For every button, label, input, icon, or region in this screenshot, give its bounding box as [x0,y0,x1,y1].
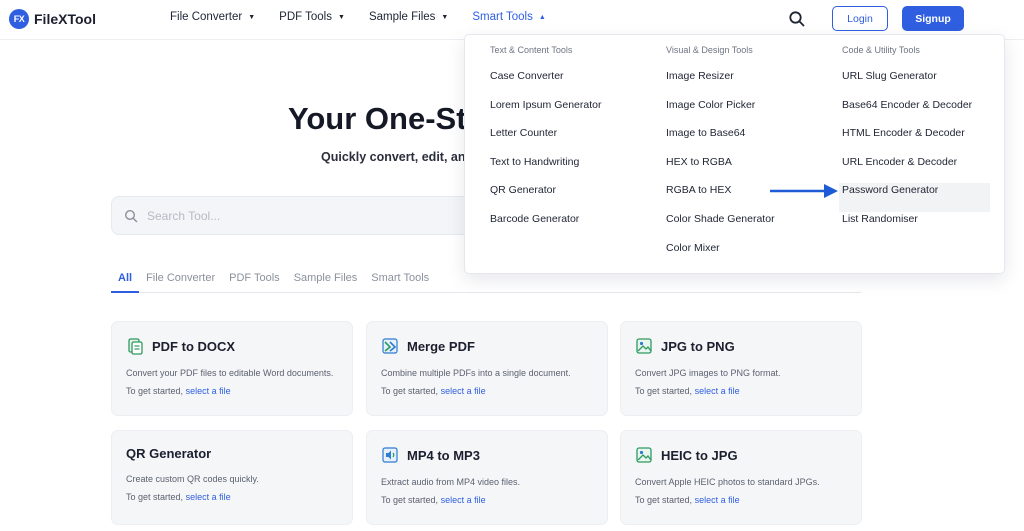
card-cta: To get started, select a file [381,386,593,396]
image-icon [636,447,652,463]
select-file-link[interactable]: select a file [186,386,231,396]
tool-card-merge-pdf[interactable]: Merge PDF Combine multiple PDFs into a s… [366,321,608,416]
card-cta: To get started, select a file [126,386,338,396]
cta-prefix: To get started, [381,386,439,396]
menu-item-image-to-base64[interactable]: Image to Base64 [666,126,775,155]
card-description: Convert Apple HEIC photos to standard JP… [635,477,820,487]
card-cta: To get started, select a file [126,492,338,502]
nav-file-converter[interactable]: File Converter ▼ [170,11,255,23]
tab-pdf-tools[interactable]: PDF Tools [222,268,287,293]
tool-card-heic-to-jpg[interactable]: HEIC to JPG Convert Apple HEIC photos to… [620,430,862,525]
chevron-down-icon: ▼ [441,13,449,21]
menu-item-barcode-generator[interactable]: Barcode Generator [490,212,601,241]
column-heading: Visual & Design Tools [666,45,753,55]
main-nav: File Converter ▼ PDF Tools ▼ Sample Files ▼… [170,11,570,23]
card-title: Merge PDF [407,338,475,354]
nav-label: Smart Tools [472,11,533,23]
menu-item-color-shade-generator[interactable]: Color Shade Generator [666,212,775,241]
card-description: Extract audio from MP4 video files. [381,477,521,487]
menu-item-rgba-to-hex[interactable]: RGBA to HEX [666,183,775,212]
tool-search[interactable] [111,196,511,235]
tool-card-jpg-to-png[interactable]: JPG to PNG Convert JPG images to PNG for… [620,321,862,416]
image-icon [636,338,652,354]
brand-logo[interactable]: FX FileXTool [9,9,96,29]
dropdown-column-code: Code & Utility Tools URL Slug Generator … [839,45,990,241]
signup-button[interactable]: Signup [902,6,964,31]
column-heading: Code & Utility Tools [842,45,920,55]
card-title: QR Generator [126,446,212,461]
menu-item-letter-counter[interactable]: Letter Counter [490,126,601,155]
chevron-down-icon: ▼ [338,13,345,21]
menu-item-case-converter[interactable]: Case Converter [490,69,601,98]
card-description: Convert JPG images to PNG format. [635,368,781,378]
menu-item-color-mixer[interactable]: Color Mixer [666,241,775,270]
select-file-link[interactable]: select a file [695,386,740,396]
merge-icon [382,338,398,354]
card-description: Convert your PDF files to editable Word … [126,368,334,378]
card-title: MP4 to MP3 [407,447,480,463]
audio-icon [382,447,398,463]
nav-sample-files[interactable]: Sample Files ▼ [369,11,448,23]
menu-item-url-slug-generator[interactable]: URL Slug Generator [842,69,990,98]
card-description: Combine multiple PDFs into a single docu… [381,368,571,378]
cta-prefix: To get started, [126,492,184,502]
tool-card-pdf-to-docx[interactable]: PDF to DOCX Convert your PDF files to ed… [111,321,353,416]
menu-item-text-to-handwriting[interactable]: Text to Handwriting [490,155,601,184]
nav-label: File Converter [170,11,243,23]
chevron-up-icon: ▲ [538,13,546,21]
menu-item-qr-generator[interactable]: QR Generator [490,183,601,212]
hero-title: Your One-Sto [288,101,486,136]
login-button[interactable]: Login [832,6,888,31]
search-icon[interactable] [788,10,806,28]
select-file-link[interactable]: select a file [441,386,486,396]
chevron-down-icon: ▼ [248,13,256,21]
card-description: Create custom QR codes quickly. [126,474,259,484]
tool-card-qr-generator[interactable]: QR Generator Create custom QR codes quic… [111,430,353,525]
tab-sample-files[interactable]: Sample Files [287,268,365,293]
menu-item-image-color-picker[interactable]: Image Color Picker [666,98,775,127]
card-cta: To get started, select a file [381,495,593,505]
card-cta: To get started, select a file [635,386,847,396]
menu-item-hex-to-rgba[interactable]: HEX to RGBA [666,155,775,184]
card-title: JPG to PNG [661,338,735,354]
menu-item-html-encoder-decoder[interactable]: HTML Encoder & Decoder [842,126,990,155]
tab-smart-tools[interactable]: Smart Tools [364,268,436,293]
menu-item-list-randomiser[interactable]: List Randomiser [842,212,990,241]
search-input[interactable] [147,208,447,223]
column-heading: Text & Content Tools [490,45,573,55]
select-file-link[interactable]: select a file [441,495,486,505]
menu-item-lorem-ipsum-generator[interactable]: Lorem Ipsum Generator [490,98,601,127]
tab-all[interactable]: All [111,268,140,293]
tab-file-converter[interactable]: File Converter [139,268,222,293]
cta-prefix: To get started, [635,495,693,505]
docx-icon [128,338,143,355]
smart-tools-dropdown: Text & Content Tools Case Converter Lore… [464,34,1005,274]
logo-mark-icon: FX [9,9,29,29]
select-file-link[interactable]: select a file [695,495,740,505]
tool-card-mp4-to-mp3[interactable]: MP4 to MP3 Extract audio from MP4 video … [366,430,608,525]
hero-subtitle: Quickly convert, edit, an [321,150,466,164]
card-title: PDF to DOCX [152,338,236,354]
menu-item-image-resizer[interactable]: Image Resizer [666,69,775,98]
menu-item-password-generator[interactable]: Password Generator [839,183,990,212]
nav-label: PDF Tools [279,11,332,23]
brand-name: FileXTool [34,11,96,27]
cta-prefix: To get started, [381,495,439,505]
select-file-link[interactable]: select a file [186,492,231,502]
menu-item-url-encoder-decoder[interactable]: URL Encoder & Decoder [842,155,990,184]
card-title: HEIC to JPG [661,447,738,463]
card-cta: To get started, select a file [635,495,847,505]
pointer-arrow-icon [770,184,838,198]
nav-pdf-tools[interactable]: PDF Tools ▼ [279,11,345,23]
cta-prefix: To get started, [635,386,693,396]
nav-smart-tools[interactable]: Smart Tools ▲ [472,11,545,23]
dropdown-column-text: Text & Content Tools Case Converter Lore… [490,45,601,241]
search-icon [124,209,138,222]
menu-item-base64-encoder-decoder[interactable]: Base64 Encoder & Decoder [842,98,990,127]
nav-label: Sample Files [368,11,436,23]
dropdown-column-visual: Visual & Design Tools Image Resizer Imag… [666,45,775,269]
cta-prefix: To get started, [126,386,184,396]
